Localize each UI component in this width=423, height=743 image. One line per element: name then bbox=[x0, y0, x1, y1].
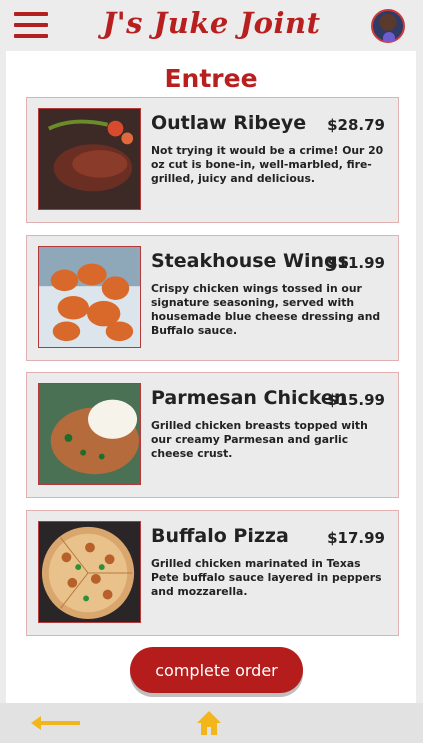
item-description: Grilled chicken breasts topped with our … bbox=[151, 419, 368, 460]
item-name: Buffalo Pizza bbox=[151, 525, 289, 547]
item-price: $15.99 bbox=[327, 391, 385, 409]
page-title: Entree bbox=[164, 64, 258, 93]
brand-title: J's Juke Joint bbox=[102, 6, 321, 40]
menu-item-card[interactable]: Steakhouse Wings $11.99 Crispy chicken w… bbox=[26, 235, 399, 361]
footer-bar bbox=[0, 703, 423, 743]
complete-order-button[interactable]: complete order bbox=[130, 647, 303, 693]
item-name: Outlaw Ribeye bbox=[151, 112, 307, 134]
ribeye-image bbox=[38, 108, 141, 210]
main-content: Entree Outlaw Ribeye $28.79 Not trying i… bbox=[6, 51, 416, 703]
item-name: Parmesan Chicken bbox=[151, 387, 348, 409]
parmesan-chicken-image bbox=[38, 383, 141, 485]
item-description: Not trying it would be a crime! Our 20 o… bbox=[151, 144, 384, 185]
menu-item-card[interactable]: Buffalo Pizza $17.99 Grilled chicken mar… bbox=[26, 510, 399, 636]
avatar[interactable] bbox=[371, 9, 405, 43]
item-price: $17.99 bbox=[327, 529, 385, 547]
menu-item-card[interactable]: Parmesan Chicken $15.99 Grilled chicken … bbox=[26, 372, 399, 498]
back-arrow-icon[interactable] bbox=[30, 714, 80, 732]
parmesan-image-art bbox=[39, 384, 140, 484]
item-description: Grilled chicken marinated in Texas Pete … bbox=[151, 557, 382, 598]
home-icon[interactable] bbox=[195, 709, 223, 737]
ribeye-image-art bbox=[39, 109, 140, 209]
item-description: Crispy chicken wings tossed in our signa… bbox=[151, 282, 381, 337]
header: J's Juke Joint bbox=[0, 0, 423, 51]
item-price: $11.99 bbox=[327, 254, 385, 272]
wings-image bbox=[38, 246, 141, 348]
wings-image-art bbox=[39, 247, 140, 347]
buffalo-pizza-image bbox=[38, 521, 141, 623]
pizza-image-art bbox=[39, 522, 140, 622]
item-name: Steakhouse Wings bbox=[151, 250, 349, 272]
app-frame: J's Juke Joint Entree Outlaw Ribeye $28.… bbox=[0, 0, 423, 743]
item-price: $28.79 bbox=[327, 116, 385, 134]
menu-item-card[interactable]: Outlaw Ribeye $28.79 Not trying it would… bbox=[26, 97, 399, 223]
menu-icon[interactable] bbox=[14, 12, 48, 40]
